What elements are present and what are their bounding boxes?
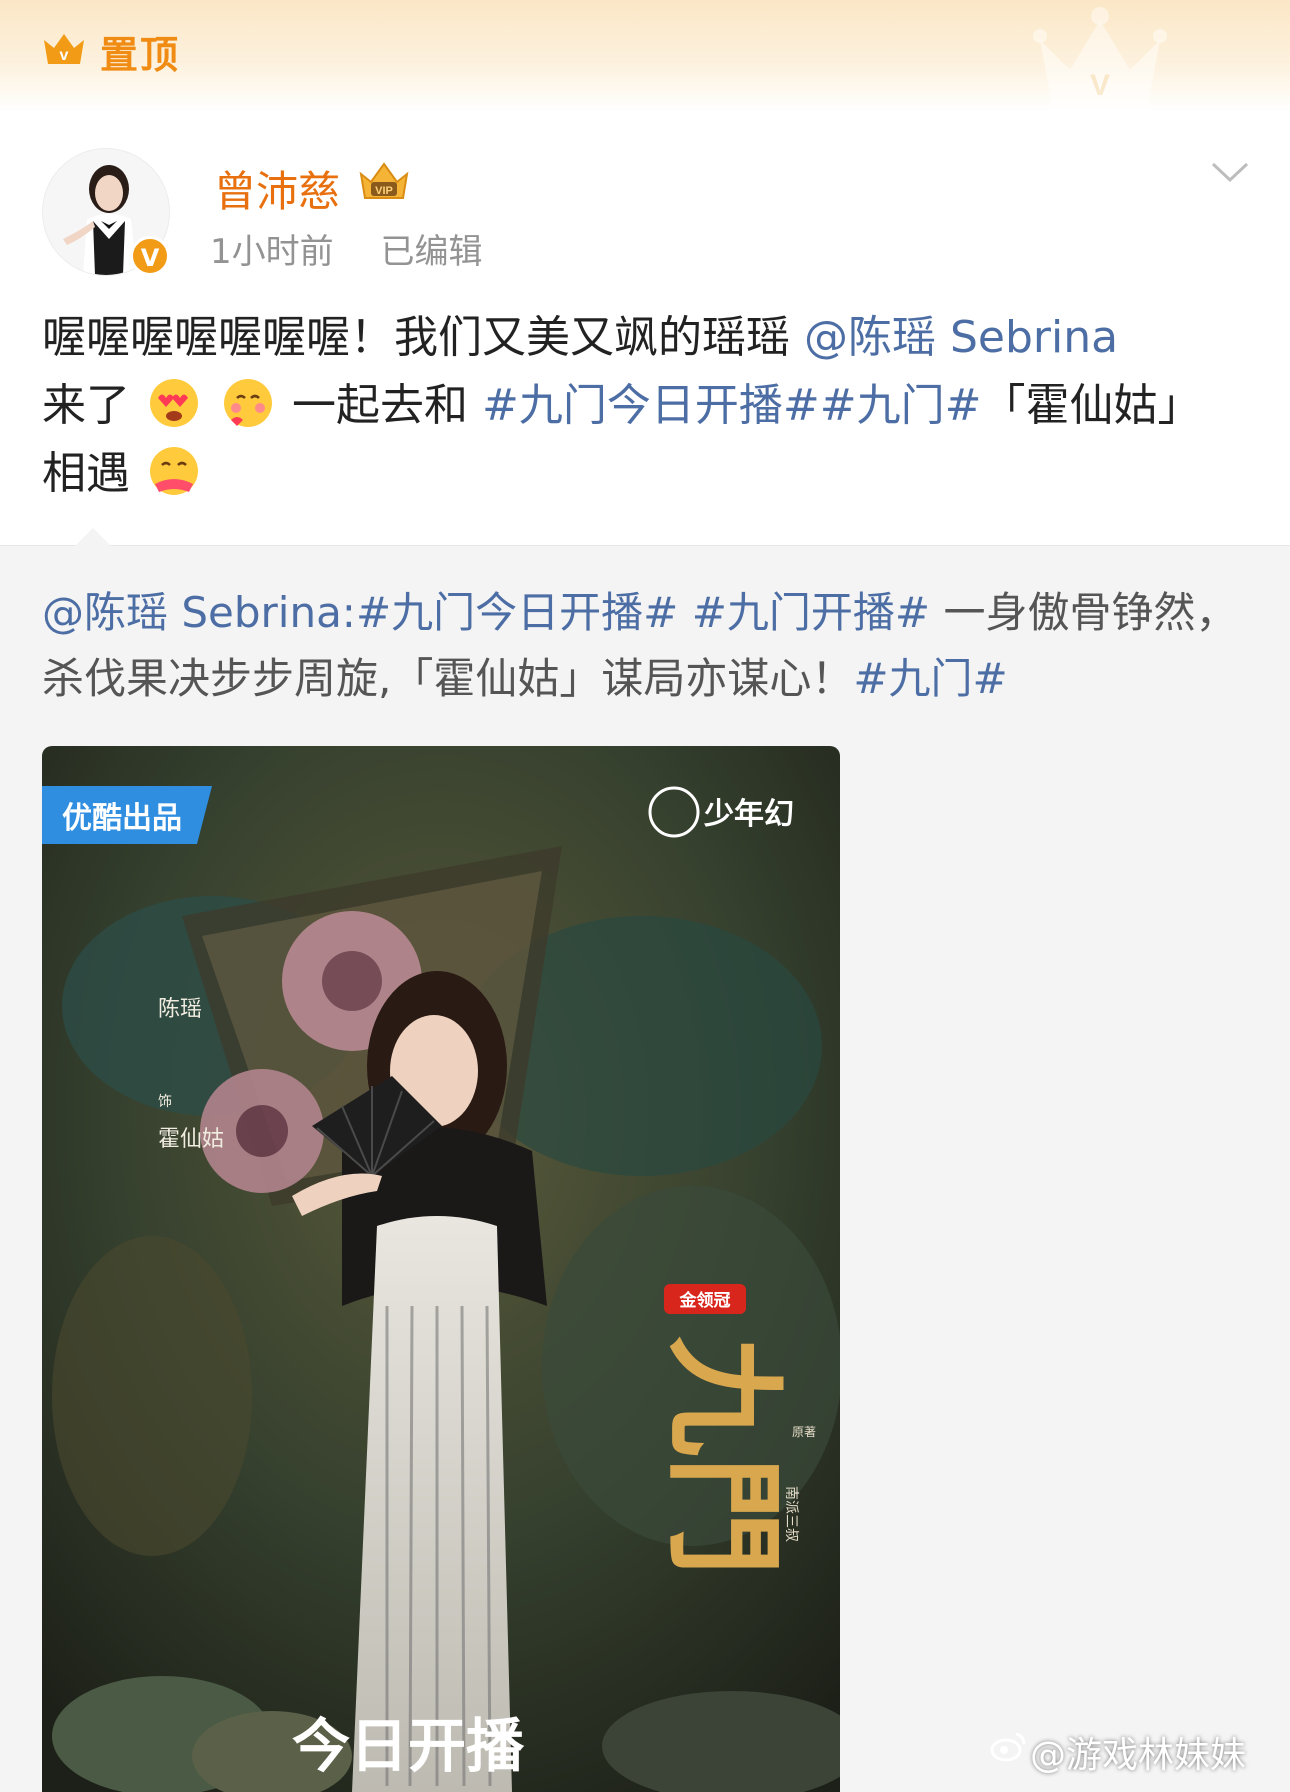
hashtag-link[interactable]: #九门# (820, 380, 982, 431)
post-text-part: 喔喔喔喔喔喔喔！我们又美又飒的瑶瑶 (42, 312, 804, 363)
svg-text:V: V (1090, 69, 1110, 102)
hashtag-link[interactable]: #九门# (853, 654, 1007, 703)
chevron-down-icon[interactable] (1210, 160, 1250, 186)
poster-artwork: 陈瑶 饰 霍仙姑 优酷出品 少年幻 金领冠 九門 原著 南派三叔 今日开播 (42, 746, 840, 1792)
edited-flag[interactable]: 已编辑 (380, 232, 482, 272)
pinned-crown-icon: v (44, 34, 84, 64)
divider (0, 545, 1290, 546)
mention-link[interactable]: @陈瑶 Sebrina (804, 312, 1118, 363)
hashtag-link[interactable]: #九门开播# (678, 588, 930, 637)
post-text: 喔喔喔喔喔喔喔！我们又美又飒的瑶瑶 @陈瑶 Sebrina 来了 一起去和 #九… (42, 304, 1252, 508)
poster-brand-tag: 优酷出品 (62, 802, 182, 835)
author-name[interactable]: 曾沛慈 (214, 158, 340, 219)
svg-text:VIP: VIP (375, 185, 393, 197)
poster-cast-name: 陈瑶 (158, 997, 202, 1022)
hashtag-link[interactable]: #九门今日开播# (356, 588, 678, 637)
poster-image[interactable]: 陈瑶 饰 霍仙姑 优酷出品 少年幻 金领冠 九門 原著 南派三叔 今日开播 (42, 746, 840, 1792)
poster-cast-as: 饰 (158, 1094, 172, 1110)
watermark-text: @游戏林妹妹 (1030, 1735, 1247, 1776)
poster-sponsor: 金领冠 (679, 1290, 731, 1310)
post-text-part: 相遇 (42, 448, 130, 499)
hug-emoji-icon (150, 447, 198, 495)
post-time: 1小时前 (210, 232, 334, 272)
post-text-part: 一起去和 (292, 380, 482, 431)
poster-studio: 少年幻 (704, 798, 794, 831)
heart-eyes-emoji-icon (150, 379, 198, 427)
post-text-part: 「霍仙姑」 (981, 380, 1202, 431)
poster-title: 九門 (653, 1336, 794, 1576)
poster-premiere: 今日开播 (292, 1714, 525, 1779)
pinned-banner: v 置顶 V (0, 0, 1290, 112)
verified-icon: V (130, 236, 170, 276)
vip-crown-icon[interactable]: VIP (357, 160, 411, 204)
repost-notch (73, 528, 113, 548)
repost-text: @陈瑶 Sebrina:#九门今日开播# #九门开播# 一身傲骨铮然，杀伐果决步… (42, 580, 1252, 712)
poster-author: 南派三叔 (783, 1486, 799, 1542)
blush-emoji-icon (224, 379, 272, 427)
mention-link[interactable]: @陈瑶 Sebrina: (42, 588, 356, 637)
crown-decoration-icon: V (1033, 7, 1167, 105)
poster-role: 霍仙姑 (158, 1127, 224, 1152)
post-text-part: 来了 (42, 380, 130, 431)
weibo-logo-icon (990, 1732, 1026, 1762)
post-meta: 1小时前 已编辑 (210, 224, 518, 273)
pinned-label: 置顶 (100, 33, 181, 77)
poster-original: 原著 (792, 1425, 816, 1439)
svg-text:v: v (60, 47, 69, 64)
hashtag-link[interactable]: #九门今日开播# (482, 380, 820, 431)
